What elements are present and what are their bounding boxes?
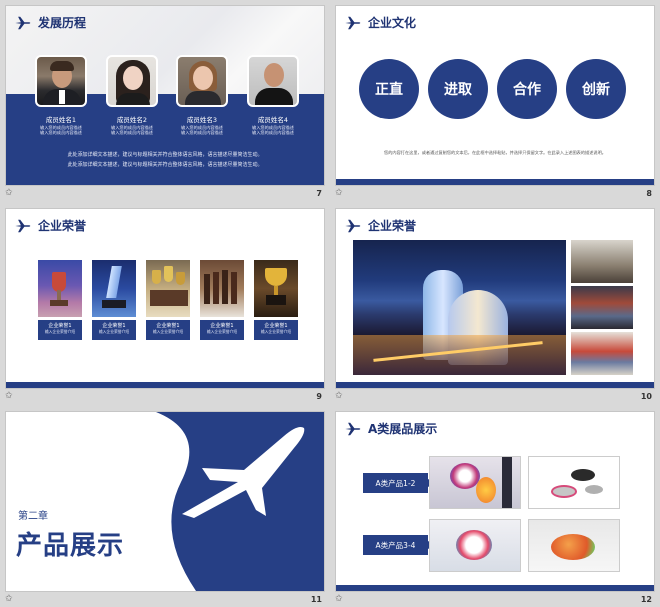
airplane-icon — [15, 219, 31, 233]
honor-card-1: 企业荣誉1 输入企业荣誉介绍 — [38, 260, 82, 340]
slide-11-canvas: 第二章 产品展示 — [6, 412, 324, 591]
slide-strip: ✩ 9 — [0, 388, 330, 406]
member-desc-4: 输入您的成员内容描述 输入您的成员内容描述 — [252, 125, 294, 136]
honor-caption: 企业荣誉1 输入企业荣誉介绍 — [146, 320, 190, 340]
office-photo-2 — [571, 286, 633, 329]
product-tag-1: A类产品1-2 — [363, 473, 435, 493]
member-name-3: 成员姓名3 — [186, 116, 218, 124]
member-name-4: 成员姓名4 — [257, 116, 289, 124]
star-icon[interactable]: ✩ — [335, 188, 343, 198]
member-name-2: 成员姓名2 — [116, 116, 148, 124]
member-desc-1: 输入您的成员内容描述 输入您的成员内容描述 — [40, 125, 82, 136]
slide-strip: ✩ 7 — [0, 185, 330, 203]
slide-thumbnail-10[interactable]: 企业荣誉 ✩ 10 — [330, 203, 660, 406]
product-photo-3 — [429, 519, 521, 572]
slide-strip: ✩ 10 — [330, 388, 660, 406]
slide-number: 9 — [316, 392, 322, 401]
star-icon[interactable]: ✩ — [5, 188, 13, 198]
honor-caption: 企业荣誉1 输入企业荣誉介绍 — [254, 320, 298, 340]
member-desc-3: 输入您的成员内容描述 输入您的成员内容描述 — [181, 125, 223, 136]
office-photo-1 — [571, 240, 633, 283]
trophy-image — [38, 260, 82, 317]
slide-7-canvas: 发展历程 成员姓名1 输入您的成员内容描述 输入您的成员内容描述 成员姓名2 输… — [6, 6, 324, 185]
city-night-photo — [353, 240, 566, 375]
airplane-icon — [345, 422, 361, 436]
airplane-icon — [15, 16, 31, 30]
member-photo-2 — [106, 55, 158, 107]
slide-9-canvas: 企业荣誉 企业荣誉1 输入企业荣誉介绍 企业荣誉1 输入企业荣誉介绍 企业荣誉1… — [6, 209, 324, 388]
product-photo-4 — [528, 519, 620, 572]
chapter-label: 第二章 — [18, 511, 48, 522]
member-photo-3 — [176, 55, 228, 107]
body-text-line-2: 此处添加详细文本描述，建议与标题相关并符合整体语言风格，语言描述尽量简洁生动。 — [67, 162, 263, 168]
slide-8-canvas: 企业文化 正直 进取 合作 创新 您的内容打在这里，或者通过复制您的文本后，在此… — [336, 6, 654, 185]
blue-band — [6, 94, 324, 185]
slide-title: 发展历程 — [38, 16, 87, 30]
member-name-1: 成员姓名1 — [45, 116, 77, 124]
slide-number: 11 — [310, 595, 322, 604]
slide-thumbnail-11[interactable]: 第二章 产品展示 ✩ 11 — [0, 406, 330, 607]
trophy-image — [200, 260, 244, 317]
body-text-line-1: 此处添加详细文本描述，建议与标题相关并符合整体语言风格，语言描述尽量简洁生动。 — [67, 152, 263, 158]
value-circle-4: 创新 — [566, 59, 626, 119]
slide-strip: ✩ 12 — [330, 591, 660, 607]
value-circle-2: 进取 — [428, 59, 488, 119]
trophy-image — [254, 260, 298, 317]
airplane-icon — [345, 219, 361, 233]
slide-number: 8 — [646, 189, 652, 198]
slide-title: 企业荣誉 — [368, 219, 417, 233]
slide-strip: ✩ 11 — [0, 591, 330, 607]
honor-caption: 企业荣誉1 输入企业荣誉介绍 — [92, 320, 136, 340]
slide-title: 企业文化 — [368, 16, 417, 30]
honor-caption: 企业荣誉1 输入企业荣誉介绍 — [38, 320, 82, 340]
value-circle-1: 正直 — [359, 59, 419, 119]
airplane-icon — [182, 427, 305, 518]
slide-thumbnail-7[interactable]: 发展历程 成员姓名1 输入您的成员内容描述 输入您的成员内容描述 成员姓名2 输… — [0, 0, 330, 203]
honor-card-4: 企业荣誉1 输入企业荣誉介绍 — [200, 260, 244, 340]
airplane-icon — [345, 16, 361, 30]
section-title: 产品展示 — [16, 531, 125, 561]
product-tag-2: A类产品3-4 — [363, 535, 435, 555]
slide-header: 发展历程 — [14, 14, 86, 32]
trophy-image — [92, 260, 136, 317]
star-icon[interactable]: ✩ — [5, 594, 13, 604]
member-photo-1 — [35, 55, 87, 107]
slide-10-canvas: 企业荣誉 — [336, 209, 654, 388]
slide-thumbnail-8[interactable]: 企业文化 正直 进取 合作 创新 您的内容打在这里，或者通过复制您的文本后，在此… — [330, 0, 660, 203]
slide-title: A类展品展示 — [368, 422, 438, 436]
slide-header: 企业荣誉 — [14, 217, 86, 235]
description-text: 您的内容打在这里，或者通过复制您的文本后，在此框中选择粘贴，并选择只保留文字。在… — [384, 150, 606, 155]
slide-title: 企业荣誉 — [38, 219, 87, 233]
slide-strip: ✩ 8 — [330, 185, 660, 203]
slide-12-canvas: A类展品展示 A类产品1-2 A类产品3-4 — [336, 412, 654, 591]
member-photo-4 — [247, 55, 299, 107]
slide-header: 企业文化 — [344, 14, 416, 32]
member-desc-2: 输入您的成员内容描述 输入您的成员内容描述 — [111, 125, 153, 136]
value-circle-3: 合作 — [497, 59, 557, 119]
slide-number: 7 — [316, 189, 322, 198]
product-photo-2 — [528, 456, 620, 509]
office-photo-3 — [571, 332, 633, 375]
star-icon[interactable]: ✩ — [335, 391, 343, 401]
slide-thumbnail-12[interactable]: A类展品展示 A类产品1-2 A类产品3-4 ✩ 12 — [330, 406, 660, 607]
slide-header: 企业荣誉 — [344, 217, 416, 235]
slide-number: 10 — [640, 392, 652, 401]
product-photo-1 — [429, 456, 521, 509]
honor-card-5: 企业荣誉1 输入企业荣誉介绍 — [254, 260, 298, 340]
trophy-image — [146, 260, 190, 317]
honor-card-2: 企业荣誉1 输入企业荣誉介绍 — [92, 260, 136, 340]
slide-number: 12 — [640, 595, 652, 604]
slide-header: A类展品展示 — [344, 420, 437, 438]
slide-thumbnail-9[interactable]: 企业荣誉 企业荣誉1 输入企业荣誉介绍 企业荣誉1 输入企业荣誉介绍 企业荣誉1… — [0, 203, 330, 406]
star-icon[interactable]: ✩ — [335, 594, 343, 604]
star-icon[interactable]: ✩ — [5, 391, 13, 401]
honor-caption: 企业荣誉1 输入企业荣誉介绍 — [200, 320, 244, 340]
honor-card-3: 企业荣誉1 输入企业荣誉介绍 — [146, 260, 190, 340]
